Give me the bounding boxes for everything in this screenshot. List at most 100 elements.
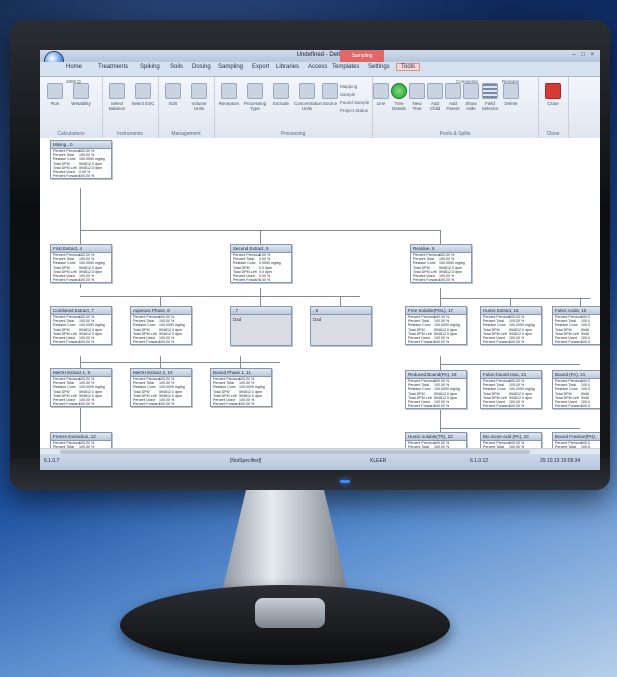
tab-dosing[interactable]: Dosing: [192, 64, 211, 70]
source-button[interactable]: Source: [320, 83, 340, 106]
window-controls[interactable]: – □ ×: [572, 52, 596, 58]
tree-node[interactable]: MeOH Extract 2, 10 Percent Previous 100.0…: [130, 368, 192, 408]
node-field-row: Percent Forward 100.0: [553, 404, 600, 408]
field-label: Percent Forward: [555, 404, 582, 409]
tree-node[interactable]: MeOH Extract 1, 9 Percent Previous 100.00…: [50, 368, 112, 408]
ribbon-group-processing: Receptors Processing Type Exclude Concen…: [214, 77, 373, 139]
delete-button[interactable]: Delete: [502, 83, 520, 106]
field-label: Percent Forward: [408, 340, 435, 345]
volume-icon: [191, 83, 207, 99]
tree-node[interactable]: Combined Extract, 7 Percent Previous 100.…: [50, 306, 112, 346]
line-icon: [373, 83, 389, 99]
node-field-row: Percent Forward 100.00 %: [51, 402, 111, 406]
show-hide-icon: [463, 83, 479, 99]
close-button[interactable]: Close: [540, 83, 566, 106]
contextual-tab-header: Sampling: [340, 50, 384, 62]
field-value: 100.00 %: [159, 340, 175, 345]
connector: [440, 288, 441, 306]
edit-button[interactable]: Edit: [160, 83, 186, 106]
new-tree-icon: [409, 83, 425, 99]
run-button[interactable]: Run: [42, 83, 68, 106]
volume-units-button[interactable]: Volume Units: [186, 83, 212, 111]
wetability-icon: [73, 83, 89, 99]
tree-details-button[interactable]: Tree Details: [390, 83, 408, 111]
tab-templates[interactable]: Templates: [332, 64, 359, 70]
tree-node[interactable]: Aqueous Phase, 8 Percent Previous 100.00 …: [130, 306, 192, 346]
connector: [80, 296, 360, 297]
add-child-button[interactable]: Add Child: [426, 83, 444, 111]
tree-node[interactable]: First Extract, 4 Percent Previous 100.00 …: [50, 244, 112, 284]
tree-node[interactable]: Free Soluble(POL), 17 Percent Previous 10…: [405, 306, 467, 346]
tree-node[interactable]: Fulvic Acids, 10 Percent Previous 100.0 P…: [552, 306, 600, 346]
comments-button[interactable]: Comments: [456, 79, 478, 84]
node-field-row: Percent Forward 100.00 %: [51, 278, 111, 282]
placeholder-node[interactable]: , 8 Dad: [310, 306, 372, 346]
tab-export[interactable]: Export: [252, 64, 269, 70]
node-field-row: Percent Forward 100.00 %: [481, 340, 541, 344]
status-bar: 6.1.0.7 [NotSpecified] KLEER 6.1.0.12 29…: [40, 454, 600, 470]
tree-node[interactable]: Mining , 0 Percent Previous 100.00 % Perc…: [50, 140, 112, 180]
tab-sampling[interactable]: Sampling: [218, 64, 243, 70]
tab-access[interactable]: Access: [308, 64, 327, 70]
tab-soils[interactable]: Soils: [170, 64, 183, 70]
field-value: 100.0: [581, 404, 590, 409]
tree-node[interactable]: Fulvic-bound reac, 21 Percent Previous 10…: [480, 370, 542, 410]
tree-node[interactable]: Second Extract, 5 Percent Previous 0.00 %…: [230, 244, 292, 284]
status-user: KLEER: [370, 458, 387, 464]
tab-treatments[interactable]: Treatments: [98, 64, 128, 70]
ribbon-group-pools-splits: Line Tree Details New Tree Add Child Add…: [372, 77, 539, 139]
status-version: 6.1.0.7: [44, 458, 60, 464]
field-label: Percent Forward: [133, 402, 160, 407]
connector: [440, 428, 580, 429]
tree-node[interactable]: Humic Extract, 16 Percent Previous 100.00…: [480, 306, 542, 346]
field-value: 100.00 %: [439, 278, 455, 283]
concentration-icon: [299, 83, 315, 99]
receptors-button[interactable]: Receptors: [216, 83, 242, 106]
tree-node[interactable]: Residue, 6 Percent Previous 100.00 % Perc…: [410, 244, 472, 284]
tree-canvas[interactable]: Mining , 0 Percent Previous 100.00 % Perc…: [40, 138, 600, 455]
field-value: 100.00 %: [79, 340, 95, 345]
processing-type-button[interactable]: Processing Type: [242, 83, 268, 111]
field-selector-button[interactable]: Field Selector: [480, 83, 500, 111]
ribbon-group-calculations: Run Wetability 1000 Q Calculations: [40, 77, 103, 139]
exclude-button[interactable]: Exclude: [268, 83, 294, 106]
connector: [240, 356, 241, 368]
select-balance-button[interactable]: Select Balance: [104, 83, 130, 111]
tree-icon: [391, 83, 407, 99]
field-label: Percent Forward: [413, 278, 440, 283]
concentration-units-button[interactable]: Concentration Units: [294, 83, 322, 111]
connector: [510, 298, 511, 306]
show-hide-button[interactable]: Show Hide: [462, 83, 480, 111]
connector: [260, 230, 261, 244]
mapping-sample-option[interactable]: Mapping Sample: [340, 83, 372, 99]
ribbon-group-instruments: Select Balance Select ESC Instruments: [102, 77, 159, 139]
tab-spiking[interactable]: Spiking: [140, 64, 160, 70]
line-button[interactable]: Line: [372, 83, 390, 106]
app-window: Undefined - Delta Sampling – □ × Home Tr…: [40, 50, 600, 470]
connector: [80, 362, 280, 363]
edit-icon: [165, 83, 181, 99]
tree-node[interactable]: Bound (FA), 21 Percent Previous 100.0 Per…: [552, 370, 600, 410]
field-label: Percent Forward: [555, 340, 582, 345]
new-tree-button[interactable]: New Tree: [408, 83, 426, 111]
counter-label: 1000 Q: [66, 79, 81, 84]
tree-node[interactable]: Bound Phase 1, 11 Percent Previous 100.00…: [210, 368, 272, 408]
rename-button[interactable]: Rename: [502, 79, 519, 84]
field-label: Percent Forward: [483, 404, 510, 409]
found-sample-option[interactable]: Found Sample: [340, 99, 372, 107]
tab-settings[interactable]: Settings: [368, 64, 390, 70]
tab-tools[interactable]: Tools: [396, 63, 421, 71]
placeholder-node[interactable]: , 7 Dad: [230, 306, 292, 346]
tree-node[interactable]: Reduced Bound(PA), 18 Percent Previous 10…: [405, 370, 467, 410]
project-status-option[interactable]: Project Status: [340, 107, 372, 115]
power-led: [340, 480, 350, 483]
field-label: Percent Forward: [53, 402, 80, 407]
ribbon: Run Wetability 1000 Q Calculations Selec…: [40, 77, 600, 140]
add-parent-icon: [445, 83, 461, 99]
wetability-button[interactable]: Wetability: [68, 83, 94, 106]
add-parent-button[interactable]: Add Parent: [444, 83, 462, 111]
select-esc-button[interactable]: Select ESC: [130, 83, 156, 106]
tab-libraries[interactable]: Libraries: [276, 64, 299, 70]
tab-home[interactable]: Home: [66, 64, 82, 70]
receptors-icon: [221, 83, 237, 99]
